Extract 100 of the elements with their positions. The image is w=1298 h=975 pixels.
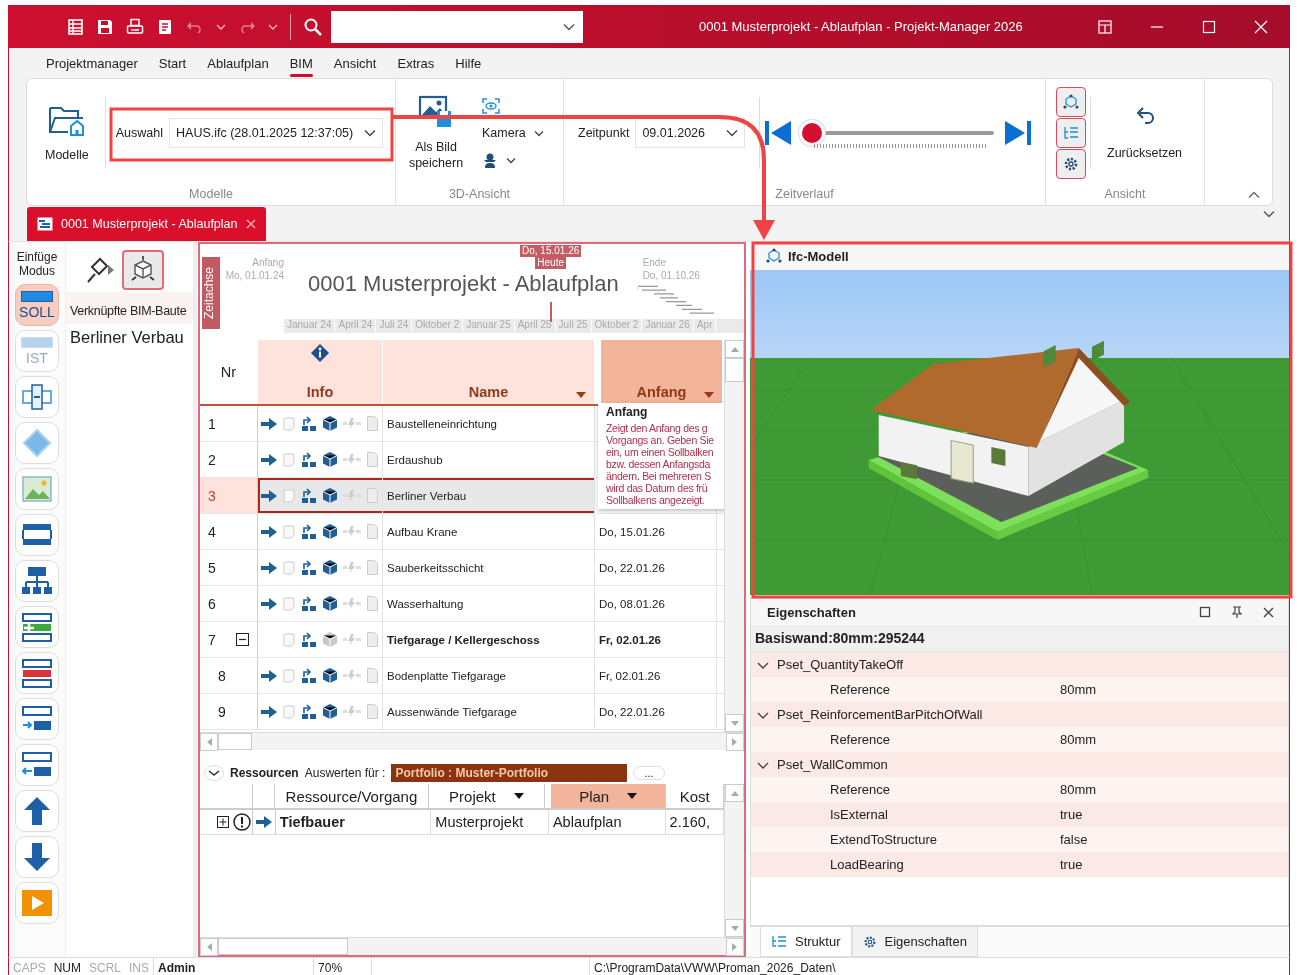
house-model-drawing[interactable] xyxy=(868,340,1149,540)
note-icon xyxy=(283,668,295,683)
column-header[interactable]: Plan xyxy=(551,784,667,808)
reset-button[interactable]: Zurücksetzen xyxy=(1095,106,1195,160)
tool-button[interactable] xyxy=(15,514,59,556)
menu-tab[interactable]: BIM xyxy=(279,51,324,75)
portfolio-field[interactable]: Portfolio : Muster-Portfolio xyxy=(391,764,628,782)
row-number: 6 xyxy=(207,595,216,612)
scrollbar-thumb[interactable] xyxy=(218,938,348,955)
date-dropdown[interactable]: 09.01.2026 xyxy=(635,118,746,148)
document-icon xyxy=(367,452,378,467)
save-image-button[interactable]: Als Bild speichern xyxy=(396,95,476,171)
table-row[interactable]: 5 Sauberkeitsschicht Do, 22.01.26 xyxy=(200,550,725,586)
maximize-icon[interactable] xyxy=(1202,19,1216,34)
tool-button[interactable] xyxy=(15,698,59,740)
column-header[interactable]: Ressource/Vorgang xyxy=(275,784,429,808)
filter-icon[interactable] xyxy=(627,793,638,799)
scrollbar[interactable] xyxy=(200,732,744,750)
slider-thumb[interactable] xyxy=(802,123,823,143)
table-row[interactable]: Tiefbauer Musterprojekt Ablaufplan 2.160, xyxy=(200,810,724,835)
caret-icon[interactable] xyxy=(563,22,575,31)
selection-label: Auswahl xyxy=(115,126,164,140)
caret-icon[interactable] xyxy=(268,22,278,31)
skip-start-icon[interactable] xyxy=(764,120,793,146)
chevron-down-icon[interactable] xyxy=(204,765,224,781)
person-icon xyxy=(482,152,498,168)
panel-tab[interactable]: Struktur xyxy=(760,927,852,957)
model-dropdown[interactable]: HAUS.ifc (28.01.2025 12:37:05) xyxy=(169,118,384,148)
pin-icon[interactable] xyxy=(1231,606,1243,618)
property-group[interactable]: Pset_QuantityTakeOff xyxy=(751,652,1288,677)
menu-tab[interactable]: Ablaufplan xyxy=(197,51,280,75)
today-date: Do, 15.01.26 xyxy=(520,245,582,257)
property-name: Reference xyxy=(829,732,891,747)
column-header[interactable]: Projekt xyxy=(428,784,546,808)
table-row[interactable]: 7 Tiefgarage / Kellergeschoss Fr, 02.01.26 xyxy=(200,622,725,658)
caret-icon[interactable] xyxy=(1263,210,1275,218)
notes-icon[interactable] xyxy=(156,17,174,36)
property-name: ExtendToStructure xyxy=(829,832,938,847)
start-date: Do, 22.01.26 xyxy=(599,705,665,718)
gantt-icon xyxy=(37,217,53,231)
snap-layout-icon[interactable] xyxy=(1098,19,1112,34)
table-row[interactable]: 9 Aussenwände Tiefgarage Do, 22.01.26 xyxy=(200,694,725,730)
model-view-toggle[interactable] xyxy=(1056,87,1086,117)
row-number: 9 xyxy=(217,703,226,720)
tool-button[interactable] xyxy=(15,376,59,418)
camera-view-icon[interactable] xyxy=(482,98,500,114)
close-icon[interactable] xyxy=(1263,606,1274,618)
menu-tab[interactable]: Hilfe xyxy=(445,51,493,75)
column-header[interactable]: Name xyxy=(383,340,595,404)
settings-icon xyxy=(862,934,877,949)
viewer-button[interactable] xyxy=(482,152,516,168)
mode-button[interactable]: SOLL xyxy=(15,284,59,326)
scrollbar[interactable] xyxy=(200,937,744,955)
document-icon xyxy=(367,560,378,575)
linked-item[interactable]: Berliner Verbau xyxy=(66,324,193,347)
restore-icon[interactable] xyxy=(1199,606,1211,618)
search-field[interactable] xyxy=(331,10,583,43)
structure-toggle[interactable] xyxy=(1056,118,1086,148)
bim-link-button[interactable] xyxy=(122,250,164,290)
table-row[interactable]: 4 Aufbau Krane Do, 15.01.26 xyxy=(200,514,725,550)
property-group[interactable]: Pset_ReinforcementBarPitchOfWall xyxy=(751,702,1288,727)
tool-button[interactable] xyxy=(15,836,59,878)
collapse-icon[interactable] xyxy=(235,633,249,646)
menu-tab[interactable]: Start xyxy=(148,51,198,75)
property-name: LoadBearing xyxy=(829,857,905,872)
skip-end-icon[interactable] xyxy=(1004,120,1033,146)
collapse-ribbon-icon[interactable] xyxy=(1248,191,1260,199)
table-row[interactable]: 6 Wasserhaltung Do, 08.01.26 xyxy=(200,586,725,622)
panel-tab[interactable]: Eigenschaften xyxy=(851,927,978,957)
camera-button[interactable]: Kamera xyxy=(482,126,544,140)
print-icon[interactable] xyxy=(126,17,144,36)
save-icon[interactable] xyxy=(96,17,114,36)
tool-button[interactable] xyxy=(15,744,59,786)
menu-tab[interactable]: Projektmanager xyxy=(36,51,149,75)
scrollbar-thumb[interactable] xyxy=(218,733,252,750)
search-icon[interactable] xyxy=(303,16,323,37)
models-button[interactable]: Modelle xyxy=(27,104,101,162)
menu-tab[interactable]: Extras xyxy=(387,51,446,75)
link-icon xyxy=(301,559,317,576)
column-header[interactable]: Anfang xyxy=(601,340,723,404)
tool-button[interactable] xyxy=(15,606,59,648)
tool-button[interactable] xyxy=(15,560,59,602)
settings-toggle[interactable] xyxy=(1056,149,1086,179)
scrollbar-thumb[interactable] xyxy=(725,358,744,382)
tool-button[interactable] xyxy=(15,652,59,694)
table-row[interactable]: 8 Bodenplatte Tiefgarage Fr, 02.01.26 xyxy=(200,658,725,694)
diamond-icon xyxy=(20,427,54,459)
document-tab[interactable]: 0001 Musterprojekt - Ablaufplan xyxy=(27,207,266,241)
expand-icon[interactable] xyxy=(217,816,230,828)
property-value: false xyxy=(1060,832,1088,847)
filter-icon[interactable] xyxy=(513,793,524,799)
column-header[interactable]: Info xyxy=(258,340,383,404)
tool-button[interactable] xyxy=(15,790,59,832)
grid-icon[interactable] xyxy=(66,17,84,36)
menu-tab[interactable]: Ansicht xyxy=(323,51,388,75)
scrollbar[interactable] xyxy=(724,340,744,732)
property-group[interactable]: Pset_WallCommon xyxy=(751,752,1288,777)
axis-tab[interactable]: Zeitachse xyxy=(202,257,220,329)
caret-icon[interactable] xyxy=(216,22,226,31)
more-button[interactable]: ... xyxy=(633,766,665,780)
